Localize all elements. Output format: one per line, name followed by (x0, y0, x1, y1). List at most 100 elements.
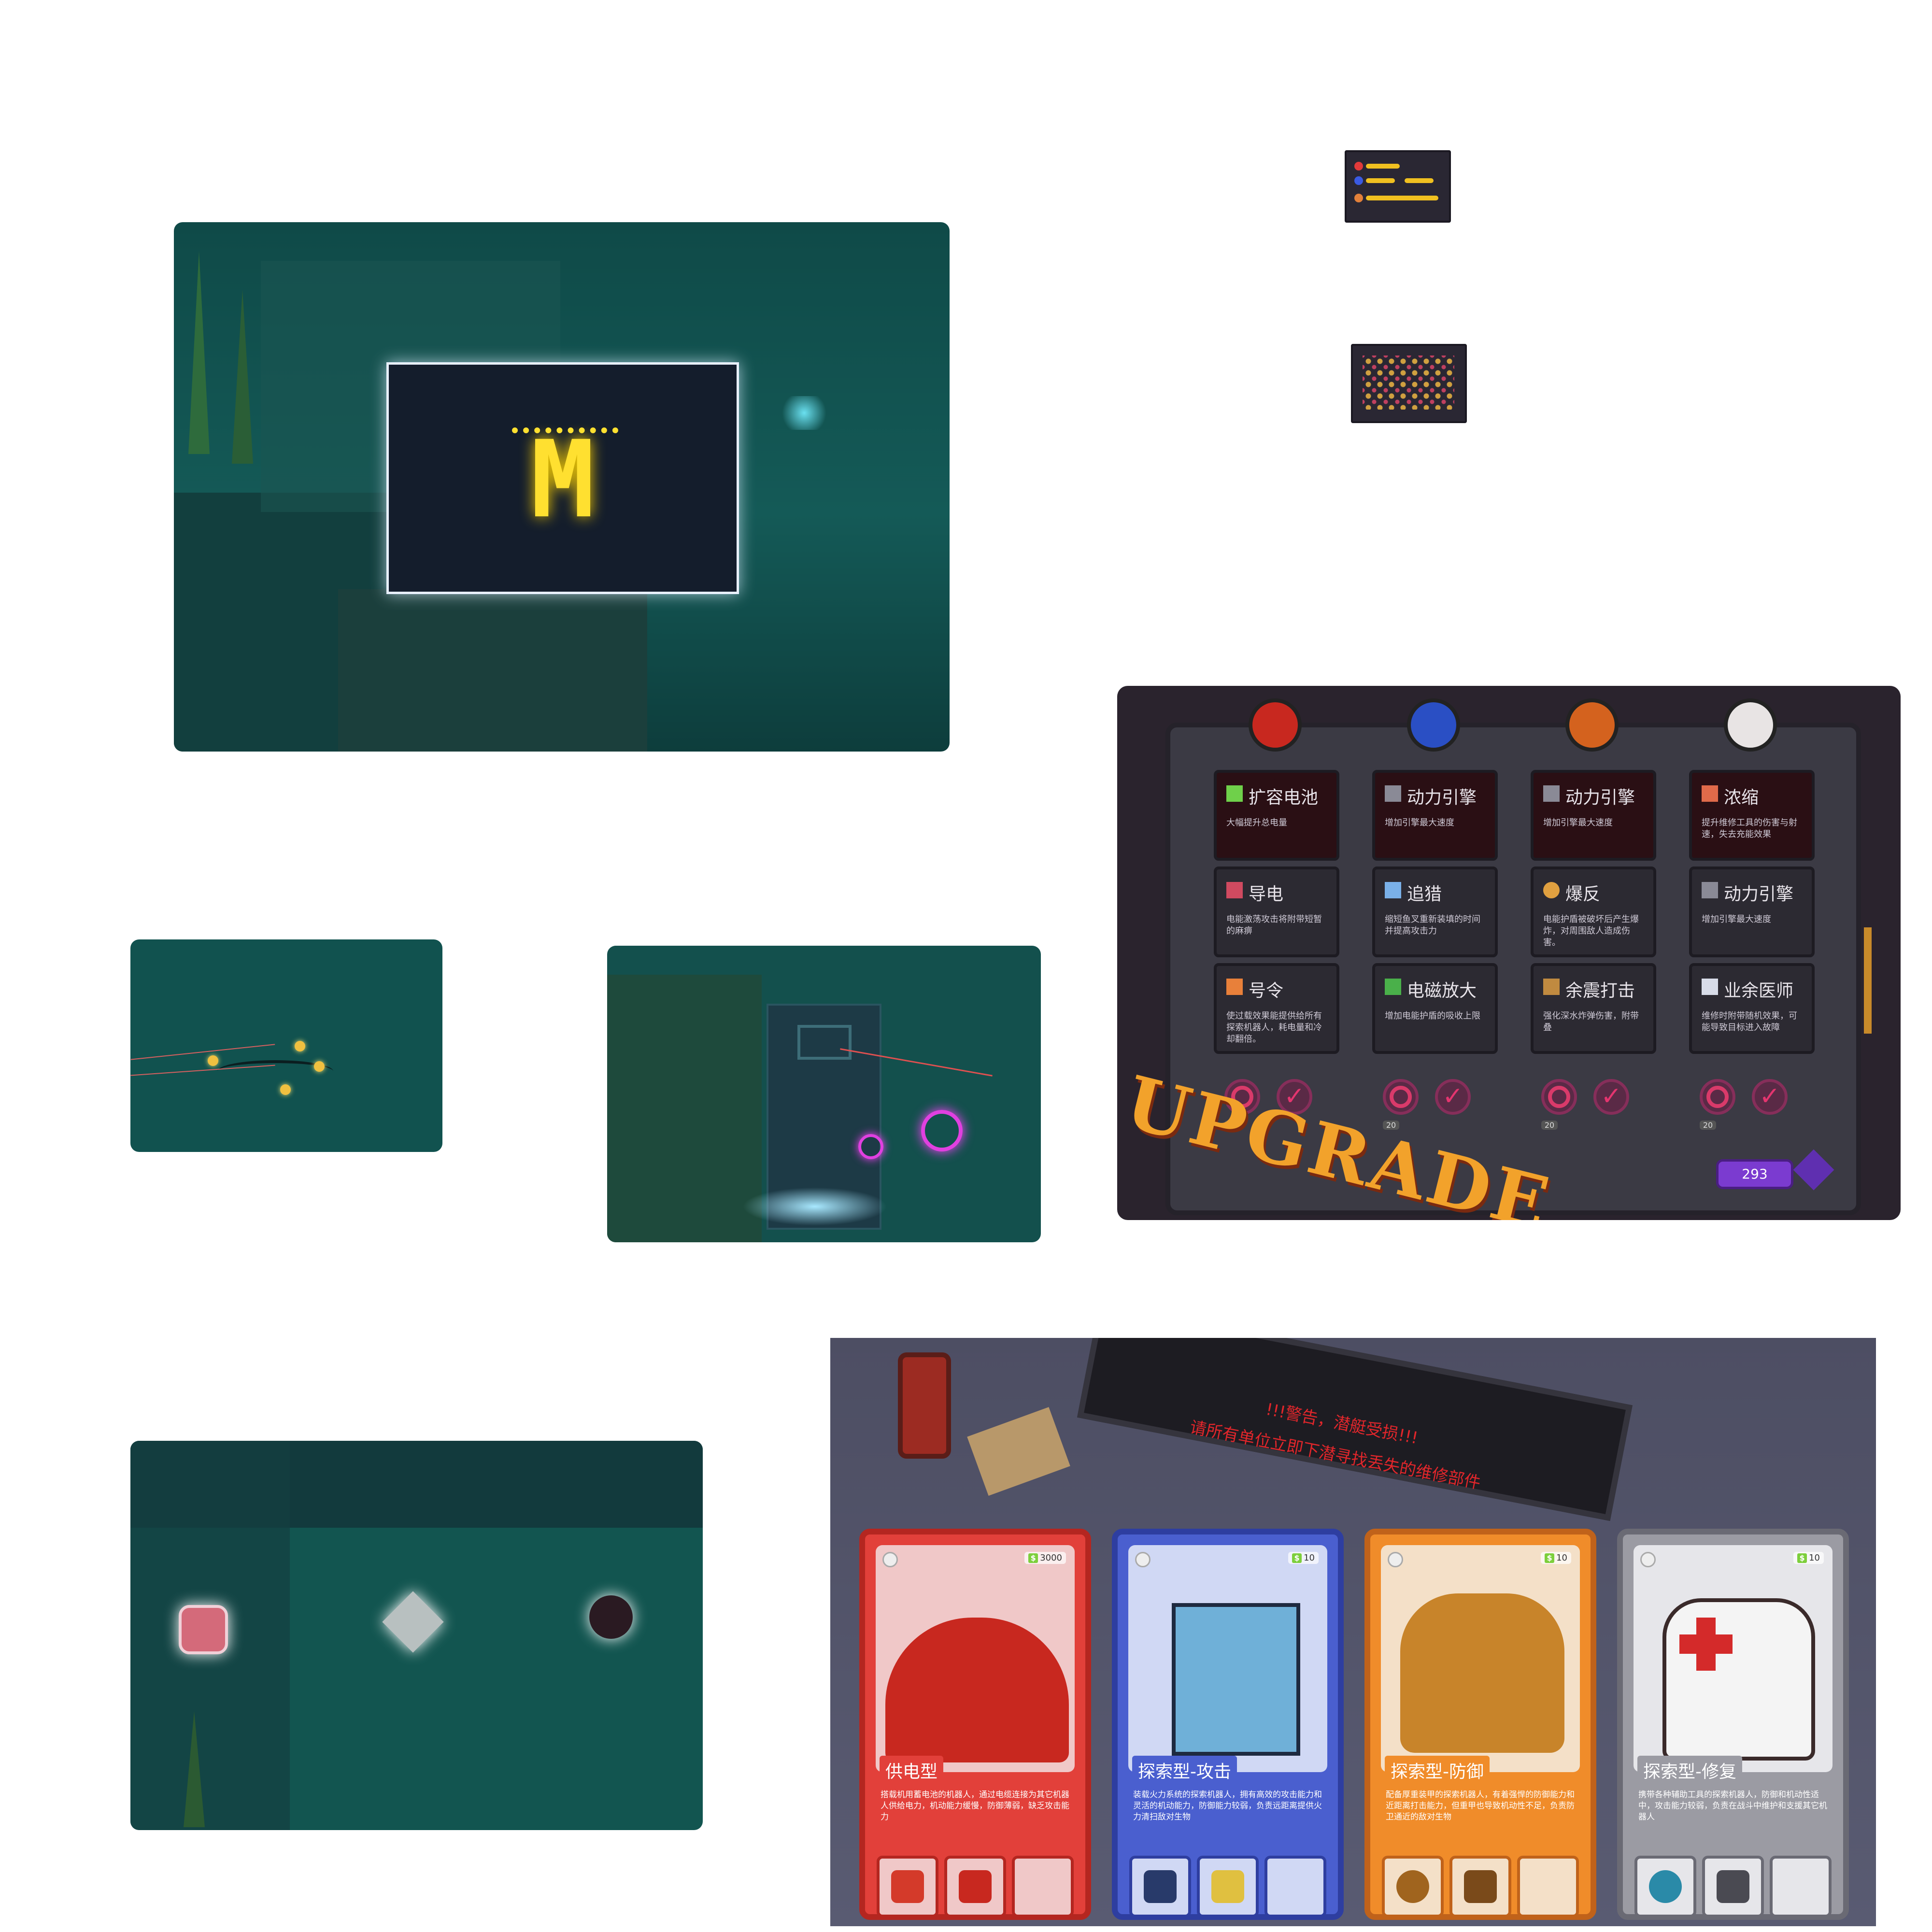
dark-relic-pickup-icon[interactable] (589, 1595, 633, 1639)
armor-icon (1464, 1870, 1497, 1903)
reroll-button[interactable] (1541, 1079, 1577, 1115)
item-grid (1363, 355, 1454, 410)
upgrade-card-desc: 强化深水炸弹伤害，附带叠 (1543, 1011, 1639, 1033)
confirm-button[interactable]: ✓ (1593, 1079, 1629, 1115)
upgrade-column: 浓缩 提升维修工具的伤害与射速，失去充能效果 动力引擎 增加引擎最大速度 业余医… (1689, 698, 1815, 1130)
attack-robot-icon (1407, 698, 1460, 752)
robot-dot-icon (1354, 162, 1363, 170)
harpoon-gun-icon (1144, 1870, 1177, 1903)
equip-slot-empty[interactable] (1264, 1856, 1326, 1918)
medic-icon (1702, 979, 1718, 995)
equip-slot[interactable] (1382, 1856, 1444, 1918)
upgrade-card-title: 浓缩 (1724, 788, 1759, 808)
coin-icon: $ (1292, 1553, 1302, 1563)
select-radio[interactable] (882, 1552, 898, 1567)
upgrade-card-title: 爆反 (1565, 884, 1601, 904)
equip-slot[interactable] (1129, 1856, 1191, 1918)
select-radio[interactable] (1640, 1552, 1656, 1567)
robot-card-power[interactable]: $3000 供电型 搭载机用蓄电池的机器人，通过电缆连接为其它机器人供给电力，机… (859, 1529, 1091, 1920)
status-bar (1366, 178, 1395, 183)
status-bar (1366, 196, 1438, 200)
reroll-button[interactable] (1383, 1079, 1419, 1115)
robot-portrait (876, 1545, 1075, 1772)
equip-slot[interactable] (1449, 1856, 1511, 1918)
upgrade-card[interactable]: 业余医师 维修时附带随机效果，可能导致目标进入故障 (1689, 963, 1815, 1054)
attack-robot-icon (1172, 1603, 1300, 1756)
upgrade-card-desc: 增加引擎最大速度 (1385, 818, 1454, 828)
upgrade-card[interactable]: 爆反 电能护盾被破坏后产生爆炸，对周围敌人造成伤害。 (1531, 867, 1656, 957)
upgrade-card[interactable]: 扩容电池 大幅提升总电量 (1214, 770, 1339, 861)
upgrade-card[interactable]: 动力引擎 增加引擎最大速度 (1372, 770, 1498, 861)
equip-slot[interactable] (1634, 1856, 1696, 1918)
upgrade-card-title: 电磁放大 (1407, 981, 1477, 1001)
confirm-button[interactable]: ✓ (1435, 1079, 1471, 1115)
warning-lamp-icon (898, 1352, 951, 1459)
equip-slot-empty[interactable] (1517, 1856, 1579, 1918)
equip-slot-empty[interactable] (1770, 1856, 1832, 1918)
upgrade-card[interactable]: 动力引擎 增加引擎最大速度 (1689, 867, 1815, 957)
upgrade-card-desc: 缩短鱼叉重新装填的时间并提高攻击力 (1385, 914, 1480, 936)
upgrade-card[interactable]: 号令 使过载效果能提供给所有探索机器人，耗电量和冷却翻倍。 (1214, 963, 1339, 1054)
robot-name: 探索型-修复 (1637, 1756, 1742, 1785)
robot-select-scene: !!!警告，潜艇受损!!! 请所有单位立即下潜寻找丢失的维修部件 $3000 供… (830, 1338, 1876, 1926)
upgrade-actions: 20 ✓ (1689, 1079, 1815, 1130)
side-tab[interactable] (1864, 927, 1872, 1034)
robot-card-defense[interactable]: $10 探索型-防御 配备厚重装甲的探索机器人，有着强悍的防御能力和近距离打击能… (1364, 1529, 1596, 1920)
crystal-cluster (742, 1187, 887, 1226)
upgrade-card[interactable]: 余震打击 强化深水炸弹伤害，附带叠 (1531, 963, 1656, 1054)
robot-card-attack[interactable]: $10 探索型-攻击 装载火力系统的探索机器人，拥有高效的攻击能力和灵活的机动能… (1112, 1529, 1344, 1920)
upgrade-card[interactable]: 浓缩 提升维修工具的伤害与射速，失去充能效果 (1689, 770, 1815, 861)
upgrade-card[interactable]: 导电 电能激荡攻击将附带短暂的麻痹 (1214, 867, 1339, 957)
robot-price: $3000 (1024, 1552, 1066, 1564)
equip-slot[interactable] (877, 1856, 938, 1918)
thumbnail-icon-grid[interactable] (1351, 344, 1467, 423)
robot-dot-icon (1354, 194, 1363, 202)
robot-name: 供电型 (880, 1756, 944, 1785)
upgrade-column: 动力引擎 增加引擎最大速度 追猎 缩短鱼叉重新装填的时间并提高攻击力 电磁放大 … (1372, 698, 1498, 1130)
upgrade-actions: 20 ✓ (1372, 1079, 1498, 1130)
bomb-icon (1396, 1870, 1429, 1903)
upgrade-card-title: 号令 (1249, 981, 1284, 1001)
equip-slot[interactable] (1702, 1856, 1764, 1918)
upgrade-card-title: 动力引擎 (1407, 788, 1477, 808)
upgrade-card-desc: 使过载效果能提供给所有探索机器人，耗电量和冷却翻倍。 (1226, 1011, 1322, 1044)
robot-portrait (1381, 1545, 1580, 1772)
blue-gem-pickup-icon[interactable] (179, 1605, 228, 1654)
red-cross-bar (1679, 1634, 1733, 1654)
power-robot-icon (885, 1618, 1069, 1762)
sign-logo-dots (512, 427, 618, 440)
upgrade-card-desc: 增加引擎最大速度 (1702, 914, 1771, 924)
select-radio[interactable] (1135, 1552, 1151, 1567)
screenshot-reef-scene (607, 946, 1041, 1242)
silver-gem-pickup-icon[interactable] (382, 1591, 444, 1653)
equip-slot-empty[interactable] (1012, 1856, 1074, 1918)
upgrade-column: 动力引擎 增加引擎最大速度 爆反 电能护盾被破坏后产生爆炸，对周围敌人造成伤害。… (1531, 698, 1656, 1130)
upgrade-card-desc: 维修时附带随机效果，可能导致目标进入故障 (1702, 1011, 1797, 1033)
upgrade-chest-icon (891, 1870, 924, 1903)
robot-desc: 装载火力系统的探索机器人，拥有高效的攻击能力和灵活的机动能力，防御能力较弱，负责… (1133, 1790, 1322, 1822)
equip-slot[interactable] (944, 1856, 1006, 1918)
screenshot-pickups-scene (130, 1441, 703, 1830)
thumbnail-status-bars[interactable] (1345, 150, 1451, 223)
magnet-icon (1385, 979, 1401, 995)
battery-icon (1226, 785, 1243, 802)
laser-beam (130, 1044, 275, 1060)
upgrade-card[interactable]: 电磁放大 增加电能护盾的吸收上限 (1372, 963, 1498, 1054)
fern-icon (188, 251, 210, 454)
select-radio[interactable] (1388, 1552, 1403, 1567)
upgrade-card-title: 追猎 (1407, 884, 1442, 904)
upgrade-card-title: 业余医师 (1724, 981, 1794, 1001)
engine-icon (1385, 785, 1401, 802)
confirm-button[interactable]: ✓ (1752, 1079, 1788, 1115)
upgrade-card[interactable]: 追猎 缩短鱼叉重新装填的时间并提高攻击力 (1372, 867, 1498, 957)
upgrade-card[interactable]: 动力引擎 增加引擎最大速度 (1531, 770, 1656, 861)
power-plug-icon (959, 1870, 992, 1903)
robot-desc: 配备厚重装甲的探索机器人，有着强悍的防御能力和近距离打击能力，但重甲也导致机动性… (1386, 1790, 1575, 1822)
upgrade-actions: 20 ✓ (1531, 1079, 1656, 1130)
coin-icon: $ (1028, 1553, 1038, 1563)
upgrade-column: 扩容电池 大幅提升总电量 导电 电能激荡攻击将附带短暂的麻痹 号令 使过载效果能… (1214, 698, 1339, 1130)
seaweed-icon (184, 1711, 205, 1827)
reroll-button[interactable] (1700, 1079, 1735, 1115)
equip-slot[interactable] (1197, 1856, 1259, 1918)
robot-card-repair[interactable]: $10 探索型-修复 携带各种辅助工具的探索机器人，防御和机动性适中，攻击能力较… (1617, 1529, 1849, 1920)
